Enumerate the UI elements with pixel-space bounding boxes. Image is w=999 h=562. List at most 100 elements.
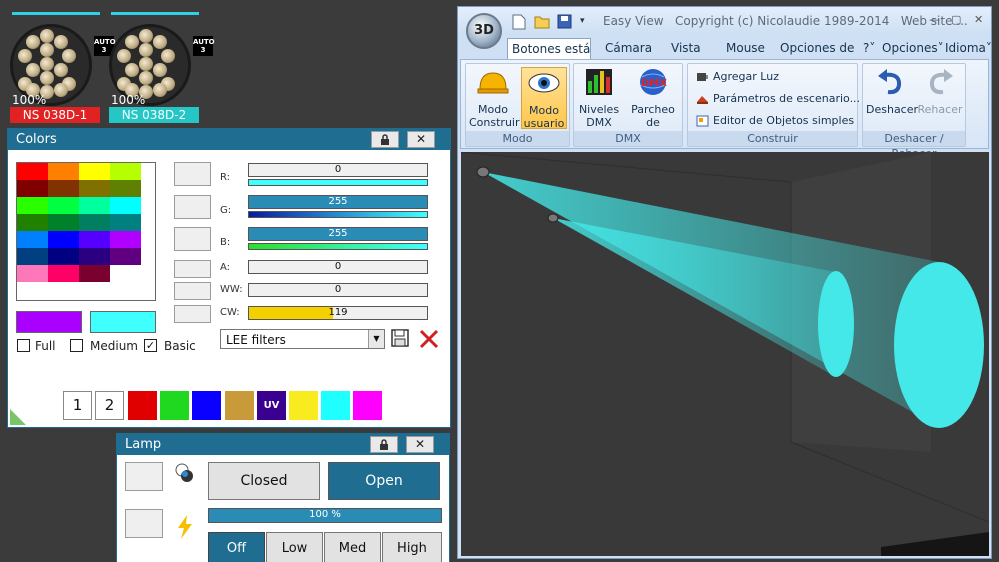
deshacer-button[interactable]: Deshacer bbox=[866, 67, 918, 129]
power-high-button[interactable]: High bbox=[382, 532, 442, 562]
swatch-cyan[interactable] bbox=[321, 391, 350, 420]
minimize-button[interactable]: — bbox=[929, 13, 940, 26]
palette-swatch[interactable] bbox=[79, 231, 110, 248]
customize-qat-icon[interactable]: ▾ bbox=[580, 14, 596, 29]
palette-swatch[interactable] bbox=[110, 214, 141, 231]
scene-fixture-2[interactable] bbox=[547, 213, 559, 223]
app-logo[interactable]: 3D bbox=[466, 13, 502, 49]
tab-vista[interactable]: Vista bbox=[671, 38, 701, 59]
modo-construir-button[interactable]: Modo Construir bbox=[469, 67, 520, 129]
close-button[interactable]: ✕ bbox=[407, 131, 435, 148]
palette-swatch[interactable] bbox=[17, 214, 48, 231]
lock-button[interactable] bbox=[371, 131, 399, 148]
palette-swatch[interactable] bbox=[79, 265, 110, 282]
palette-swatch[interactable] bbox=[48, 231, 79, 248]
fixture-name[interactable]: NS 038D-2 bbox=[109, 107, 199, 123]
swatch-red[interactable] bbox=[128, 391, 157, 420]
power-off-button[interactable]: Off bbox=[208, 532, 265, 562]
palette-swatch[interactable] bbox=[48, 248, 79, 265]
open-button[interactable]: Open bbox=[328, 462, 440, 500]
swatch-green[interactable] bbox=[160, 391, 189, 420]
basic-checkbox[interactable]: ✓ bbox=[144, 339, 157, 352]
save-icon[interactable] bbox=[557, 14, 573, 29]
power-med-button[interactable]: Med bbox=[324, 532, 381, 562]
intensity-button[interactable] bbox=[125, 509, 163, 538]
palette-swatch[interactable] bbox=[17, 248, 48, 265]
close-button[interactable]: ✕ bbox=[406, 436, 434, 453]
channel-g-button[interactable] bbox=[174, 195, 211, 219]
medium-checkbox[interactable] bbox=[70, 339, 83, 352]
swatch-uv[interactable]: UV bbox=[257, 391, 286, 420]
palette-swatch[interactable] bbox=[48, 214, 79, 231]
resize-grip-icon[interactable] bbox=[10, 409, 26, 425]
modo-usuario-button[interactable]: Modo usuario bbox=[521, 67, 567, 130]
open-folder-icon[interactable] bbox=[534, 14, 550, 29]
fixture-2[interactable]: AUTO 3 100% NS 038D-2 bbox=[109, 12, 215, 124]
swatch-magenta[interactable] bbox=[353, 391, 382, 420]
current-color[interactable] bbox=[90, 311, 156, 333]
editor-objetos-item[interactable]: Editor de Objetos simples bbox=[696, 114, 854, 127]
channel-r-slider[interactable]: 0 bbox=[248, 163, 428, 177]
tab-botones[interactable]: Botones están bbox=[507, 38, 591, 59]
tab-camara[interactable]: Cámara bbox=[605, 38, 652, 59]
opciones-menu[interactable]: Opciones˅ bbox=[882, 38, 944, 59]
tab-opciones-re[interactable]: Opciones de re bbox=[780, 38, 858, 59]
palette-swatch[interactable] bbox=[79, 214, 110, 231]
palette-swatch[interactable] bbox=[79, 180, 110, 197]
maximize-button[interactable]: ▢ bbox=[951, 13, 961, 26]
preset-2-button[interactable]: 2 bbox=[95, 391, 124, 420]
previous-color[interactable] bbox=[16, 311, 82, 333]
palette-swatch[interactable] bbox=[17, 163, 48, 180]
preset-1-button[interactable]: 1 bbox=[63, 391, 92, 420]
closed-button[interactable]: Closed bbox=[208, 462, 320, 500]
fixture-1[interactable]: AUTO 3 100% NS 038D-1 bbox=[10, 12, 116, 124]
niveles-dmx-button[interactable]: Niveles DMX bbox=[577, 67, 621, 129]
filter-select[interactable]: LEE filters ▼ bbox=[220, 329, 385, 349]
lamp-intensity-bar[interactable]: 100 % bbox=[208, 508, 442, 523]
idioma-menu[interactable]: Idioma˅ bbox=[945, 38, 992, 59]
palette-swatch[interactable] bbox=[110, 197, 141, 214]
palette-swatch[interactable] bbox=[79, 197, 110, 214]
rehacer-button[interactable]: Rehacer bbox=[916, 67, 964, 129]
palette-swatch[interactable] bbox=[17, 231, 48, 248]
palette-swatch[interactable] bbox=[48, 180, 79, 197]
close-window-button[interactable]: ✕ bbox=[974, 13, 983, 26]
new-file-icon[interactable] bbox=[512, 14, 528, 30]
help-menu[interactable]: ?˅ bbox=[863, 38, 875, 59]
channel-g-slider[interactable]: 255 bbox=[248, 195, 428, 209]
parametros-escenario-item[interactable]: Parámetros de escenario... bbox=[696, 92, 860, 105]
palette-swatch[interactable] bbox=[79, 248, 110, 265]
palette-swatch[interactable] bbox=[17, 265, 48, 282]
palette-swatch[interactable] bbox=[17, 180, 48, 197]
channel-cw-button[interactable] bbox=[174, 305, 211, 323]
channel-a-button[interactable] bbox=[174, 260, 211, 278]
agregar-luz-item[interactable]: Agregar Luz bbox=[696, 70, 779, 83]
palette-swatch[interactable] bbox=[17, 197, 48, 214]
fixture-name[interactable]: NS 038D-1 bbox=[10, 107, 100, 123]
channel-ww-slider[interactable]: 0 bbox=[248, 283, 428, 297]
3d-viewport[interactable] bbox=[461, 152, 989, 556]
palette-swatch[interactable] bbox=[110, 265, 141, 282]
parcheo-universos-button[interactable]: DMX Parcheo de Universos bbox=[623, 67, 683, 142]
channel-ww-button[interactable] bbox=[174, 282, 211, 300]
shutter-button[interactable] bbox=[125, 462, 163, 491]
channel-a-slider[interactable]: 0 bbox=[248, 260, 428, 274]
channel-b-button[interactable] bbox=[174, 227, 211, 251]
palette-swatch[interactable] bbox=[110, 163, 141, 180]
palette-swatch[interactable] bbox=[110, 231, 141, 248]
palette-swatch[interactable] bbox=[110, 248, 141, 265]
full-checkbox[interactable] bbox=[17, 339, 30, 352]
channel-cw-slider[interactable]: 119 bbox=[248, 306, 428, 320]
channel-r-button[interactable] bbox=[174, 162, 211, 186]
palette-swatch[interactable] bbox=[79, 163, 110, 180]
swatch-blue[interactable] bbox=[192, 391, 221, 420]
palette-swatch[interactable] bbox=[110, 180, 141, 197]
tab-mouse[interactable]: Mouse bbox=[726, 38, 765, 59]
delete-icon[interactable] bbox=[418, 328, 440, 350]
power-low-button[interactable]: Low bbox=[266, 532, 323, 562]
channel-b-slider[interactable]: 255 bbox=[248, 227, 428, 241]
palette-swatch[interactable] bbox=[48, 197, 79, 214]
swatch-yellow[interactable] bbox=[289, 391, 318, 420]
scene-fixture-1[interactable] bbox=[476, 166, 490, 178]
palette-swatch[interactable] bbox=[48, 265, 79, 282]
